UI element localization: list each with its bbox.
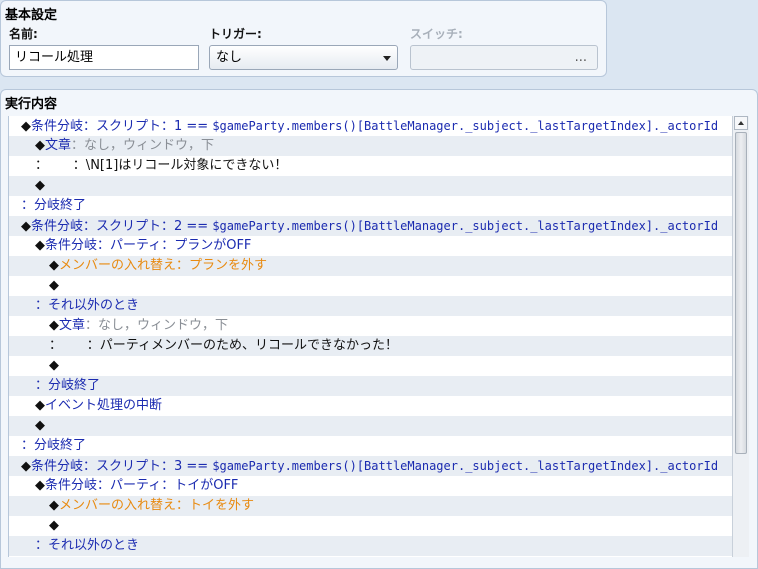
command-text: ：	[35, 158, 49, 173]
command-row[interactable]: ◆条件分岐：スクリプト：3 == $gameParty.members()[Ba…	[9, 456, 733, 476]
command-text: 条件分岐：スクリプト：1 ==	[31, 119, 213, 134]
basic-settings-panel: 基本設定 名前: リコール処理 トリガー: なし スイッチ: ...	[0, 0, 607, 77]
command-text: 文章	[59, 318, 86, 333]
command-text: ：分岐終了	[21, 198, 87, 213]
command-row[interactable]: ◆文章：なし，ウィンドウ，下	[9, 316, 733, 336]
command-text: ◆	[21, 459, 31, 474]
name-input[interactable]: リコール処理	[9, 45, 199, 70]
command-row[interactable]: ： ：パーティメンバーのため、リコールできなかった！	[9, 336, 733, 356]
command-row[interactable]: ：それ以外のとき	[9, 536, 733, 556]
command-text: メンバーの入れ替え：トイを外す	[59, 498, 255, 513]
command-row[interactable]: ◆	[9, 516, 733, 536]
command-text: イベント処理の中断	[45, 398, 163, 413]
trigger-select[interactable]: なし	[209, 45, 398, 70]
command-text: ◆	[35, 138, 45, 153]
command-row[interactable]: ：分岐終了	[9, 196, 733, 216]
command-row[interactable]: ◆メンバーの入れ替え：プランを外す	[9, 256, 733, 276]
command-text: $gameParty.members()[BattleManager._subj…	[212, 219, 719, 233]
command-text: ◆	[35, 238, 45, 253]
command-row[interactable]: ◆文章：なし，ウィンドウ，下	[9, 136, 733, 156]
command-row[interactable]: ：それ以外のとき	[9, 296, 733, 316]
command-text: ：パーティメンバーのため、リコールできなかった！	[62, 338, 399, 353]
trigger-select-value: なし	[216, 50, 243, 65]
command-row[interactable]: ◆イベント処理の中断	[9, 396, 733, 416]
command-list[interactable]: ◆条件分岐：スクリプト：1 == $gameParty.members()[Ba…	[8, 116, 733, 557]
switch-label: スイッチ:	[410, 27, 463, 41]
command-row[interactable]: ◆	[9, 356, 733, 376]
vertical-scrollbar[interactable]	[732, 116, 749, 557]
command-text: 条件分岐：パーティ：トイがOFF	[45, 478, 239, 493]
name-input-value: リコール処理	[15, 50, 94, 65]
command-text: ：それ以外のとき	[35, 298, 140, 313]
command-row[interactable]: ： ：\N[1]はリコール対象にできない！	[9, 156, 733, 176]
chevron-down-icon	[383, 56, 391, 61]
command-text: ：なし，ウィンドウ，下	[85, 318, 229, 333]
execution-title: 実行内容	[5, 97, 58, 112]
command-text: ◆	[49, 518, 59, 533]
command-text: ◆	[49, 278, 59, 293]
command-text: ：分岐終了	[35, 378, 101, 393]
scroll-up-arrow-icon[interactable]	[734, 116, 748, 130]
command-text: ◆	[35, 178, 45, 193]
switch-select-button[interactable]: ...	[410, 45, 598, 70]
command-text: 文章	[45, 138, 72, 153]
command-text: $gameParty.members()[BattleManager._subj…	[212, 119, 719, 133]
command-text: ◆	[35, 418, 45, 433]
command-text: ◆	[35, 398, 45, 413]
command-text: $gameParty.members()[BattleManager._subj…	[212, 459, 719, 473]
ellipsis-label: ...	[574, 50, 587, 65]
command-row[interactable]: ◆条件分岐：スクリプト：1 == $gameParty.members()[Ba…	[9, 116, 733, 136]
command-text: 条件分岐：パーティ：プランがOFF	[45, 238, 252, 253]
scroll-thumb[interactable]	[735, 132, 747, 454]
command-row[interactable]: ◆条件分岐：パーティ：プランがOFF	[9, 236, 733, 256]
command-row[interactable]: ：分岐終了	[9, 376, 733, 396]
command-row[interactable]: ◆条件分岐：パーティ：トイがOFF	[9, 476, 733, 496]
command-row[interactable]: ◆	[9, 276, 733, 296]
command-text: メンバーの入れ替え：プランを外す	[59, 258, 268, 273]
command-text: ◆	[49, 258, 59, 273]
trigger-label: トリガー:	[209, 27, 262, 41]
name-label: 名前:	[9, 27, 38, 41]
command-text: ◆	[21, 219, 31, 234]
command-text: ：\N[1]はリコール対象にできない！	[48, 158, 288, 173]
command-text: ：	[49, 338, 63, 353]
command-text: ◆	[49, 358, 59, 373]
command-text: ：それ以外のとき	[35, 538, 140, 553]
command-row[interactable]: ：分岐終了	[9, 436, 733, 456]
command-text: ：分岐終了	[21, 438, 87, 453]
command-text: 条件分岐：スクリプト：2 ==	[31, 219, 213, 234]
command-text: ◆	[21, 119, 31, 134]
basic-settings-title: 基本設定	[5, 8, 58, 23]
command-row[interactable]: ◆条件分岐：スクリプト：2 == $gameParty.members()[Ba…	[9, 216, 733, 236]
command-text: 条件分岐：スクリプト：3 ==	[31, 459, 213, 474]
command-text: ：なし，ウィンドウ，下	[71, 138, 215, 153]
command-text: ◆	[49, 318, 59, 333]
command-text: ◆	[49, 498, 59, 513]
command-row[interactable]: ◆	[9, 176, 733, 196]
command-row[interactable]: ◆メンバーの入れ替え：トイを外す	[9, 496, 733, 516]
command-text: ◆	[35, 478, 45, 493]
command-row[interactable]: ◆	[9, 416, 733, 436]
